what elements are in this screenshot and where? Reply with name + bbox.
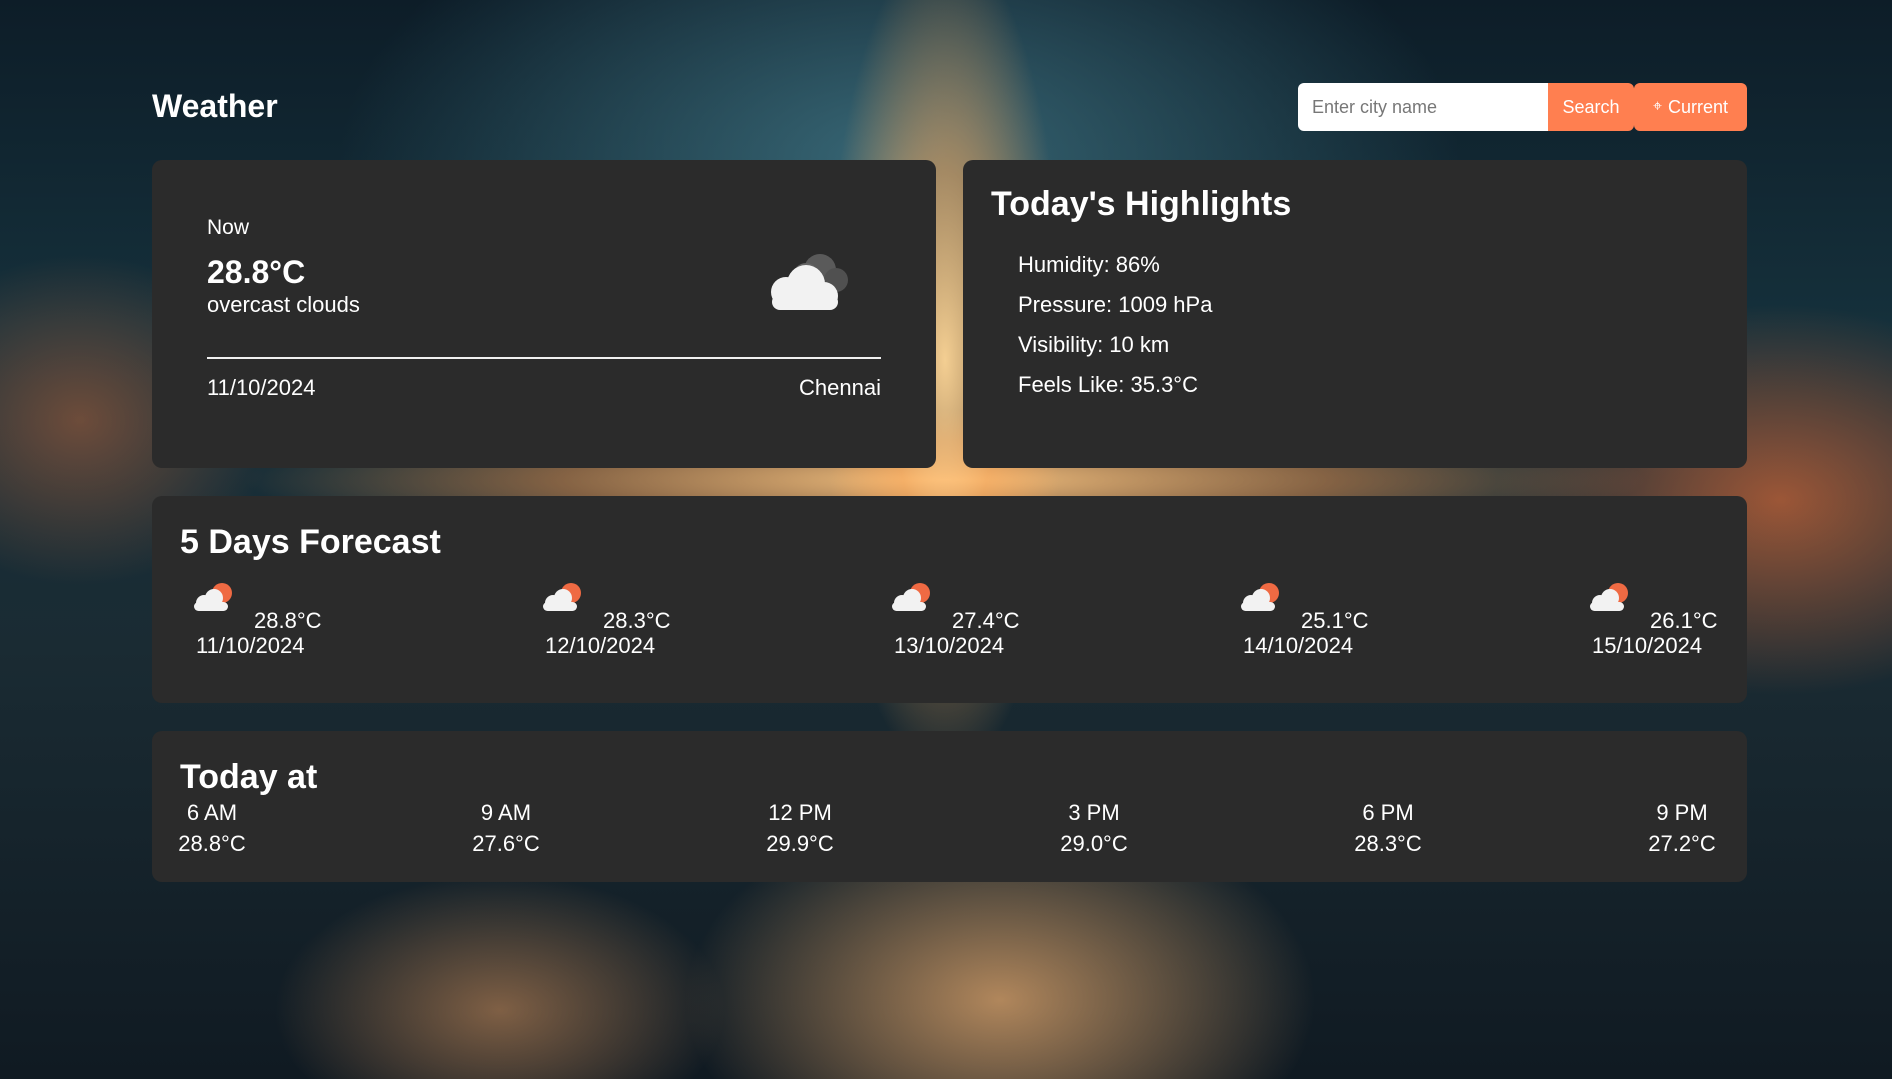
app-title: Weather <box>152 88 278 124</box>
city-search-input[interactable] <box>1298 83 1548 131</box>
hourly-card: Today at 6 AM 28.8°C 9 AM 27.6°C 12 PM 2… <box>152 731 1747 882</box>
sun-behind-cloud-icon <box>892 583 930 611</box>
search-button[interactable]: Search <box>1548 83 1634 131</box>
hourly-item: 6 PM 28.3°C <box>1328 797 1448 859</box>
forecast-date: 13/10/2024 <box>894 633 1005 658</box>
hourly-item: 9 PM 27.2°C <box>1622 797 1742 859</box>
hourly-temp: 29.9°C <box>766 831 834 856</box>
sun-behind-cloud-icon <box>194 583 232 611</box>
forecast-card: 5 Days Forecast 28.8°C 11/10/2024 28.3°C… <box>152 496 1747 703</box>
forecast-day: 26.1°C 15/10/2024 <box>1548 581 1748 671</box>
now-label: Now <box>207 216 250 239</box>
hourly-temp: 29.0°C <box>1060 831 1128 856</box>
divider <box>207 357 881 359</box>
hourly-item: 9 AM 27.6°C <box>446 797 566 859</box>
hourly-item: 12 PM 29.9°C <box>740 797 860 859</box>
sun-behind-cloud-icon <box>1241 583 1279 611</box>
humidity-item: Humidity: 86% <box>1018 252 1160 277</box>
forecast-temp: 25.1°C <box>1301 608 1369 633</box>
forecast-day: 25.1°C 14/10/2024 <box>1199 581 1399 671</box>
hourly-item: 6 AM 28.8°C <box>152 797 272 859</box>
hourly-time: 9 PM <box>1656 800 1708 825</box>
forecast-temp: 28.3°C <box>603 608 671 633</box>
hourly-time: 12 PM <box>768 800 832 825</box>
current-date: 11/10/2024 <box>207 375 316 400</box>
sun-behind-cloud-icon <box>1590 583 1628 611</box>
search-bar: Search ⌖ Current <box>1298 83 1747 131</box>
forecast-temp: 28.8°C <box>254 608 322 633</box>
header: Weather Search ⌖ Current <box>152 82 1747 132</box>
forecast-temp: 27.4°C <box>952 608 1020 633</box>
forecast-date: 11/10/2024 <box>196 633 305 658</box>
hourly-temp: 27.6°C <box>472 831 540 856</box>
visibility-item: Visibility: 10 km <box>1018 332 1170 357</box>
hourly-title: Today at <box>180 758 318 796</box>
current-weather-card: Now 28.8°C overcast clouds 11/10/2024 Ch… <box>152 160 936 468</box>
forecast-day: 27.4°C 13/10/2024 <box>850 581 1050 671</box>
current-location-label: Current <box>1667 96 1729 117</box>
highlights-card: Today's Highlights Humidity: 86% Pressur… <box>963 160 1747 468</box>
forecast-date: 15/10/2024 <box>1592 633 1703 658</box>
forecast-temp: 26.1°C <box>1650 608 1718 633</box>
forecast-day: 28.3°C 12/10/2024 <box>501 581 701 671</box>
hourly-time: 9 AM <box>480 800 532 825</box>
forecast-date: 14/10/2024 <box>1243 633 1354 658</box>
feels-like-item: Feels Like: 35.3°C <box>1018 372 1198 397</box>
weather-description: overcast clouds <box>207 292 360 317</box>
sun-behind-cloud-icon <box>543 583 581 611</box>
city-name: Chennai <box>799 375 881 400</box>
overcast-clouds-icon <box>771 254 848 310</box>
location-crosshair-icon: ⌖ <box>1652 98 1662 115</box>
forecast-title: 5 Days Forecast <box>180 523 441 561</box>
hourly-time: 6 PM <box>1362 800 1414 825</box>
highlights-title: Today's Highlights <box>991 185 1292 223</box>
hourly-time: 6 AM <box>186 800 238 825</box>
hourly-time: 3 PM <box>1068 800 1120 825</box>
highlights-list: Humidity: 86% Pressure: 1009 hPa Visibil… <box>1018 252 1212 412</box>
forecast-date: 12/10/2024 <box>545 633 656 658</box>
current-location-button[interactable]: ⌖ Current <box>1634 83 1747 131</box>
current-temperature: 28.8°C <box>207 254 306 290</box>
hourly-temp: 28.3°C <box>1354 831 1422 856</box>
hourly-temp: 28.8°C <box>178 831 246 856</box>
hourly-temp: 27.2°C <box>1648 831 1716 856</box>
hourly-item: 3 PM 29.0°C <box>1034 797 1154 859</box>
forecast-day: 28.8°C 11/10/2024 <box>152 581 352 671</box>
pressure-item: Pressure: 1009 hPa <box>1018 292 1213 317</box>
